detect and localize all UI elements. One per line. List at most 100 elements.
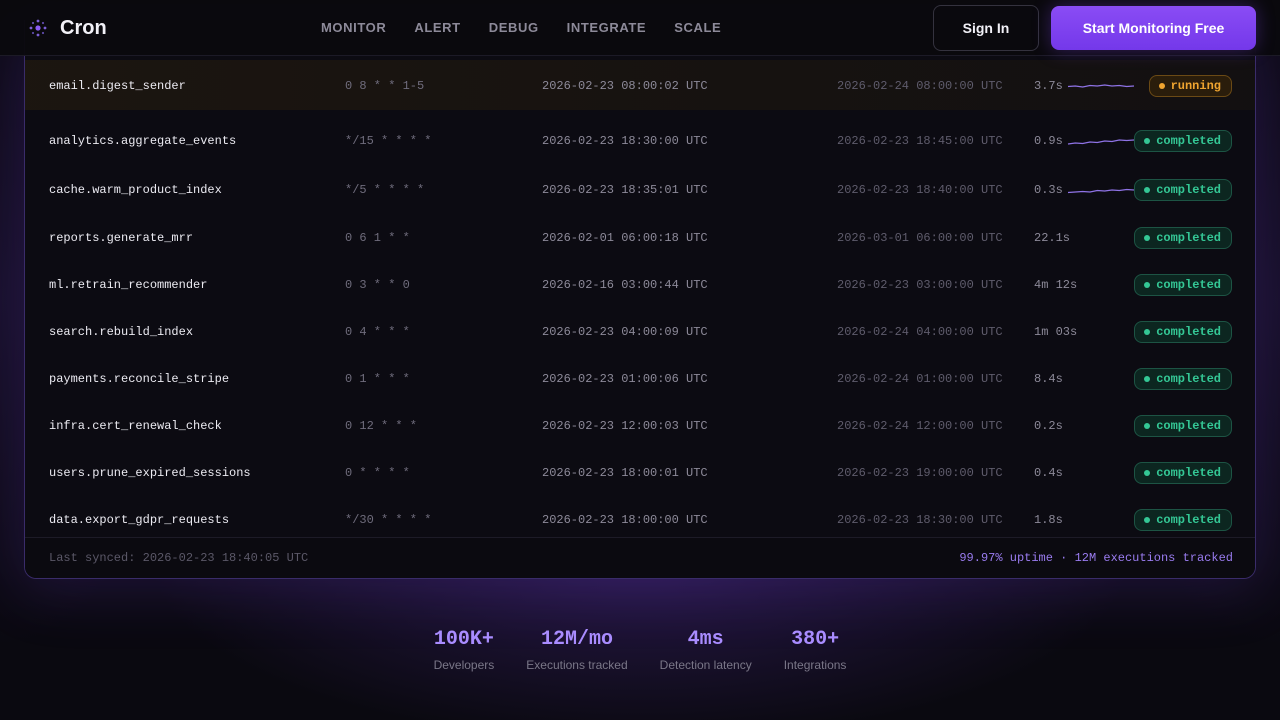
job-schedule: 0 * * * *: [345, 466, 410, 480]
sparkline-path: [1067, 188, 1135, 194]
job-last-run: 2026-02-23 18:00:01 UTC: [542, 466, 708, 480]
job-duration: 0.3s: [1034, 183, 1063, 197]
job-next-run: 2026-02-23 18:40:00 UTC: [837, 183, 1003, 197]
nav-link-monitor[interactable]: MONITOR: [321, 19, 386, 36]
status-dot-icon: [1144, 376, 1151, 382]
job-duration: 1m 03s: [1034, 325, 1078, 339]
job-next-run: 2026-02-23 18:30:00 UTC: [837, 513, 1003, 527]
status-badge: completed: [1134, 509, 1232, 531]
status-label: completed: [1156, 134, 1221, 148]
job-schedule: 0 6 1 * *: [345, 231, 410, 245]
job-row[interactable]: email.digest_sender 0 8 * * 1-5 2026-02-23…: [25, 60, 1255, 110]
job-duration: 3.7s: [1034, 79, 1063, 93]
job-duration: 0.4s: [1034, 466, 1063, 480]
status-dot-icon: [1144, 187, 1151, 193]
stat-value: 380+: [791, 628, 840, 651]
stat-value: 12M/mo: [540, 628, 613, 651]
nav-link-debug[interactable]: DEBUG: [489, 19, 539, 36]
status-label: completed: [1156, 513, 1221, 527]
job-name: payments.reconcile_stripe: [49, 372, 230, 386]
sparkline-path: [1067, 139, 1135, 145]
job-duration: 0.9s: [1034, 134, 1063, 148]
job-name: infra.cert_renewal_check: [49, 419, 222, 433]
job-name: data.export_gdpr_requests: [49, 513, 230, 527]
job-name: cache.warm_product_index: [49, 183, 222, 197]
status-badge: completed: [1134, 368, 1232, 390]
job-row[interactable]: ml.retrain_recommender 0 3 * * 0 2026-02-1…: [25, 274, 1255, 318]
job-next-run: 2026-02-23 18:45:00 UTC: [837, 134, 1003, 148]
job-last-run: 2026-02-23 08:00:02 UTC: [542, 79, 708, 93]
job-duration: 1.8s: [1034, 513, 1063, 527]
job-schedule: 0 3 * * 0: [345, 278, 410, 292]
duration-sparkline: [1067, 188, 1135, 194]
status-badge: completed: [1134, 130, 1232, 152]
start-monitoring-button[interactable]: Start Monitoring Free: [1051, 6, 1256, 50]
job-name: analytics.aggregate_events: [49, 134, 237, 148]
brand-name: Cron: [60, 16, 107, 39]
nav-links: MONITOR ALERT DEBUG INTEGRATE SCALE: [321, 19, 721, 36]
status-badge: completed: [1134, 321, 1232, 343]
status-badge: completed: [1134, 227, 1232, 249]
stat-executions: 12M/mo Executions tracked: [526, 628, 627, 672]
job-duration: 22.1s: [1034, 231, 1071, 245]
stat-value: 100K+: [433, 628, 494, 651]
stat-label: Executions tracked: [526, 658, 628, 672]
status-dot-icon: [1144, 329, 1151, 335]
sign-in-button[interactable]: Sign In: [933, 5, 1039, 51]
job-row[interactable]: analytics.aggregate_events */15 * * * * 20…: [25, 130, 1255, 174]
stat-label: Developers: [433, 658, 495, 672]
stat-integrations: 380+ Integrations: [784, 628, 847, 672]
uptime-summary: 99.97% uptime · 12M executions tracked: [959, 551, 1233, 565]
status-label: completed: [1156, 372, 1221, 386]
status-label: completed: [1156, 466, 1221, 480]
job-last-run: 2026-02-23 18:35:01 UTC: [542, 183, 708, 197]
job-name: search.rebuild_index: [49, 325, 194, 339]
job-duration: 4m 12s: [1034, 278, 1078, 292]
job-row[interactable]: users.prune_expired_sessions 0 * * * * 202…: [25, 462, 1255, 506]
top-nav: Cron MONITOR ALERT DEBUG INTEGRATE SCALE…: [0, 0, 1280, 56]
job-row[interactable]: reports.generate_mrr 0 6 1 * * 2026-02-01 …: [25, 227, 1255, 271]
job-row[interactable]: payments.reconcile_stripe 0 1 * * * 2026-0…: [25, 368, 1255, 412]
job-schedule: */30 * * * *: [345, 513, 432, 527]
nav-link-scale[interactable]: SCALE: [674, 19, 721, 36]
status-label: completed: [1156, 419, 1221, 433]
job-schedule: 0 12 * * *: [345, 419, 418, 433]
job-monitor-panel: email.digest_sender 0 8 * * 1-5 2026-02-23…: [24, 20, 1256, 579]
nav-link-integrate[interactable]: INTEGRATE: [567, 19, 647, 36]
job-next-run: 2026-02-24 01:00:00 UTC: [837, 372, 1003, 386]
job-last-run: 2026-02-01 06:00:18 UTC: [542, 231, 708, 245]
job-row[interactable]: infra.cert_renewal_check 0 12 * * * 2026-0…: [25, 415, 1255, 459]
job-name: users.prune_expired_sessions: [49, 466, 251, 480]
sparkline-path: [1067, 84, 1135, 88]
brand-logo[interactable]: Cron: [28, 16, 107, 40]
job-name: ml.retrain_recommender: [49, 278, 208, 292]
stat-label: Detection latency: [659, 658, 752, 672]
status-dot-icon: [1144, 282, 1151, 288]
stat-developers: 100K+ Developers: [434, 628, 495, 672]
status-badge: completed: [1134, 415, 1232, 437]
job-row[interactable]: search.rebuild_index 0 4 * * * 2026-02-23 …: [25, 321, 1255, 365]
job-schedule: */5 * * * *: [345, 183, 425, 197]
job-name: reports.generate_mrr: [49, 231, 194, 245]
nav-link-alert[interactable]: ALERT: [414, 19, 460, 36]
status-label: running: [1170, 79, 1221, 93]
status-dot-icon: [1144, 423, 1151, 429]
status-label: completed: [1156, 183, 1221, 197]
job-last-run: 2026-02-16 03:00:44 UTC: [542, 278, 708, 292]
job-last-run: 2026-02-23 18:30:00 UTC: [542, 134, 708, 148]
last-synced-text: Last synced: 2026-02-23 18:40:05 UTC: [49, 551, 309, 565]
status-label: completed: [1156, 325, 1221, 339]
job-next-run: 2026-02-24 08:00:00 UTC: [837, 79, 1003, 93]
status-badge: completed: [1134, 462, 1232, 484]
job-row[interactable]: cache.warm_product_index */5 * * * * 2026-…: [25, 179, 1255, 223]
status-dot-icon: [1144, 517, 1151, 523]
job-schedule: 0 8 * * 1-5: [345, 79, 425, 93]
job-name: email.digest_sender: [49, 79, 186, 93]
status-badge: running: [1148, 75, 1232, 97]
duration-sparkline: [1067, 139, 1135, 145]
job-schedule: 0 1 * * *: [345, 372, 410, 386]
duration-sparkline: [1067, 84, 1135, 88]
job-last-run: 2026-02-23 01:00:06 UTC: [542, 372, 708, 386]
job-next-run: 2026-02-24 04:00:00 UTC: [837, 325, 1003, 339]
panel-footer: Last synced: 2026-02-23 18:40:05 UTC 99.…: [25, 537, 1255, 578]
